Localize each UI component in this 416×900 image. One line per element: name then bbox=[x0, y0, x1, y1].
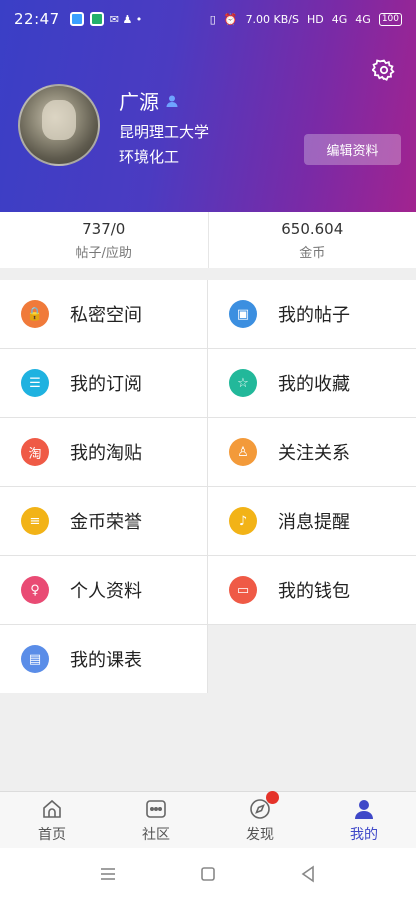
menu-item-label: 我的收藏 bbox=[278, 374, 350, 395]
menu-item-label: 我的订阅 bbox=[70, 374, 142, 395]
community-icon bbox=[146, 799, 166, 818]
tab-label: 首页 bbox=[38, 826, 66, 843]
menu-item-label: 我的课表 bbox=[70, 650, 142, 671]
back-icon[interactable] bbox=[297, 863, 319, 885]
menu-item[interactable]: 淘我的淘贴 bbox=[0, 418, 207, 486]
stats-bar: 737/0 帖子/应助 650.604 金币 bbox=[0, 212, 416, 268]
net-speed: 7.00 KB/S bbox=[245, 12, 299, 26]
app-notification-icon bbox=[69, 12, 84, 26]
user-icon bbox=[166, 95, 178, 107]
stat-posts[interactable]: 737/0 帖子/应助 bbox=[0, 212, 208, 268]
me-icon bbox=[355, 799, 373, 819]
menu-item-label: 金币荣誉 bbox=[70, 512, 142, 533]
tab-home[interactable]: 首页 bbox=[0, 792, 104, 848]
profile-icon: ♀ bbox=[21, 576, 49, 604]
network-type: HD bbox=[307, 12, 324, 26]
stat-label: 金币 bbox=[299, 245, 326, 261]
tao-icon: 淘 bbox=[21, 438, 49, 466]
menu-item-label: 消息提醒 bbox=[278, 512, 350, 533]
tab-me[interactable]: 我的 bbox=[312, 792, 416, 848]
menu-item[interactable]: ▭ 我的钱包 bbox=[208, 556, 416, 624]
notification-badge bbox=[266, 791, 279, 804]
menu-item[interactable]: ♀ 个人资料 bbox=[0, 556, 207, 624]
system-nav-bar bbox=[0, 848, 416, 900]
menu-item-label: 我的淘贴 bbox=[70, 443, 142, 464]
stat-label: 帖子/应助 bbox=[75, 245, 132, 261]
bell-icon: ♪ bbox=[229, 507, 257, 535]
coins-icon: ≡ bbox=[21, 507, 49, 535]
tab-label: 我的 bbox=[350, 826, 378, 843]
menu-item-label: 个人资料 bbox=[70, 581, 142, 602]
edit-profile-button[interactable]: 编辑资料 bbox=[304, 134, 401, 165]
menu-icon[interactable] bbox=[97, 863, 119, 885]
school-name: 昆明理工大学 bbox=[119, 123, 210, 141]
vibrate-icon: ▯ bbox=[209, 12, 216, 26]
major-name: 环境化工 bbox=[119, 148, 180, 166]
avatar[interactable] bbox=[18, 84, 100, 166]
settings-gear-icon[interactable] bbox=[372, 58, 396, 82]
menu-item[interactable]: ▤ 我的课表 bbox=[0, 625, 207, 693]
star-icon: ☆ bbox=[229, 369, 257, 397]
menu-item[interactable]: ♪ 消息提醒 bbox=[208, 487, 416, 555]
menu-item-label: 我的帖子 bbox=[278, 305, 350, 326]
status-app-icons: ✉ ♟ • bbox=[69, 12, 143, 26]
schedule-icon: ▤ bbox=[21, 645, 49, 673]
menu-item[interactable]: ▣ 我的帖子 bbox=[208, 280, 416, 348]
menu-grid: 🔒 私密空间 ▣ 我的帖子 ☰ 我的订阅 ☆ 我的收藏淘我的淘贴 ♙ 关注关系 ≡ 金币荣誉 ♪ 消息提醒… bbox=[0, 280, 416, 693]
menu-item-label: 我的钱包 bbox=[278, 581, 350, 602]
tab-label: 发现 bbox=[246, 826, 274, 843]
menu-item[interactable]: ≡ 金币荣誉 bbox=[0, 487, 207, 555]
menu-item[interactable]: ☆ 我的收藏 bbox=[208, 349, 416, 417]
wallet-icon: ▭ bbox=[229, 576, 257, 604]
menu-item[interactable]: ♙ 关注关系 bbox=[208, 418, 416, 486]
menu-item[interactable]: 🔒 私密空间 bbox=[0, 280, 207, 348]
home-square-icon[interactable] bbox=[197, 863, 219, 885]
signal-1: 4G bbox=[331, 12, 348, 26]
menu-item-label: 私密空间 bbox=[70, 305, 142, 326]
bottom-tab-bar: 首页 社区 发现 我的 bbox=[0, 791, 416, 848]
stat-coins[interactable]: 650.604 金币 bbox=[207, 212, 416, 268]
menu-item[interactable]: ☰ 我的订阅 bbox=[0, 349, 207, 417]
tab-community[interactable]: 社区 bbox=[104, 792, 208, 848]
home-icon bbox=[43, 799, 61, 818]
tab-label: 社区 bbox=[142, 826, 170, 843]
empty-cell bbox=[208, 625, 416, 693]
tab-discover[interactable]: 发现 bbox=[208, 791, 312, 848]
status-indicators: ▯ ⏰ 7.00 KB/S HD 4G 4G 100 bbox=[209, 12, 402, 26]
misc-notification-icon: ✉ ♟ • bbox=[109, 12, 143, 26]
posts-icon: ▣ bbox=[229, 300, 257, 328]
status-time: 22:47 bbox=[14, 10, 60, 28]
signal-2: 4G bbox=[355, 12, 371, 26]
stat-value: 737/0 bbox=[82, 219, 126, 238]
profile-header: 22:47 ✉ ♟ • ▯ ⏰ 7.00 KB/S HD 4G 4G 100 广… bbox=[0, 0, 416, 212]
alarm-icon: ⏰ bbox=[223, 12, 238, 26]
follow-icon: ♙ bbox=[229, 438, 257, 466]
username-row: 广源 bbox=[119, 86, 179, 115]
battery-icon: 100 bbox=[378, 12, 402, 26]
username: 广源 bbox=[119, 90, 159, 114]
subscribe-icon: ☰ bbox=[21, 369, 49, 397]
menu-item-label: 关注关系 bbox=[278, 443, 350, 464]
stat-value: 650.604 bbox=[281, 219, 344, 238]
lock-icon: 🔒 bbox=[21, 300, 49, 328]
status-bar: 22:47 ✉ ♟ • ▯ ⏰ 7.00 KB/S HD 4G 4G 100 bbox=[0, 0, 416, 38]
chat-notification-icon bbox=[89, 12, 104, 26]
